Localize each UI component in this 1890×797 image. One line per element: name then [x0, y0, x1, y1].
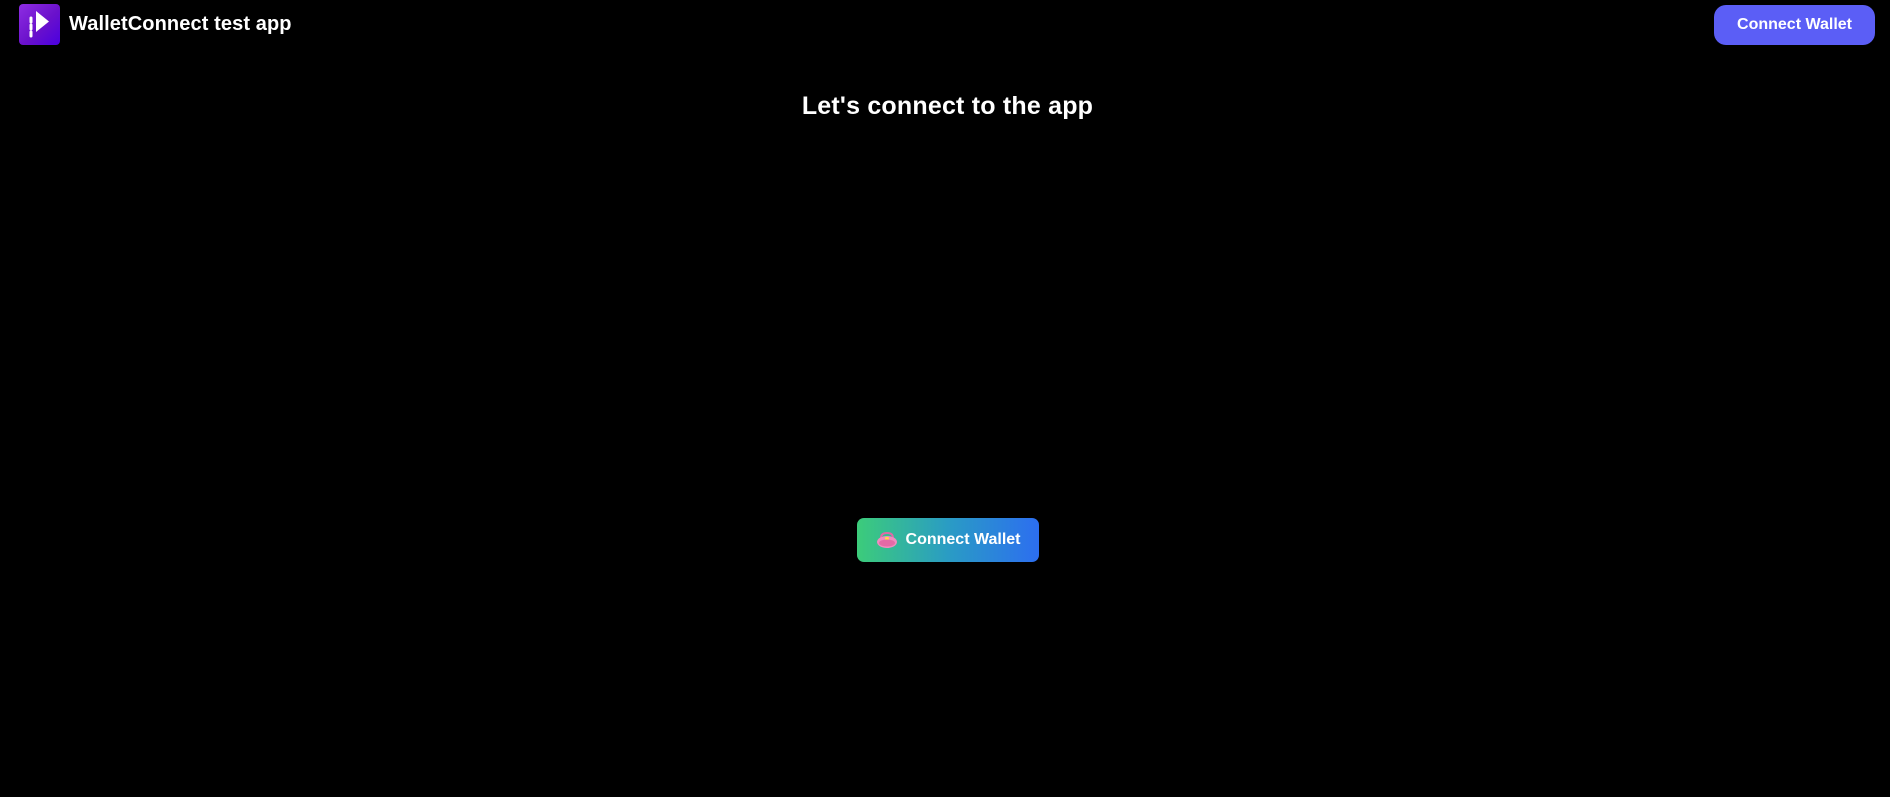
- app-header: WalletConnect test app Connect Wallet: [0, 0, 1890, 48]
- connect-wallet-button[interactable]: Connect Wallet: [857, 518, 1039, 562]
- app-title: WalletConnect test app: [69, 12, 292, 35]
- connect-wallet-label: Connect Wallet: [905, 531, 1021, 548]
- brand[interactable]: WalletConnect test app: [19, 3, 292, 45]
- purse-icon: [876, 531, 898, 549]
- header-connect-wallet-button[interactable]: Connect Wallet: [1714, 5, 1875, 45]
- app-logo-icon: [19, 3, 60, 45]
- page-headline: Let's connect to the app: [801, 92, 1094, 120]
